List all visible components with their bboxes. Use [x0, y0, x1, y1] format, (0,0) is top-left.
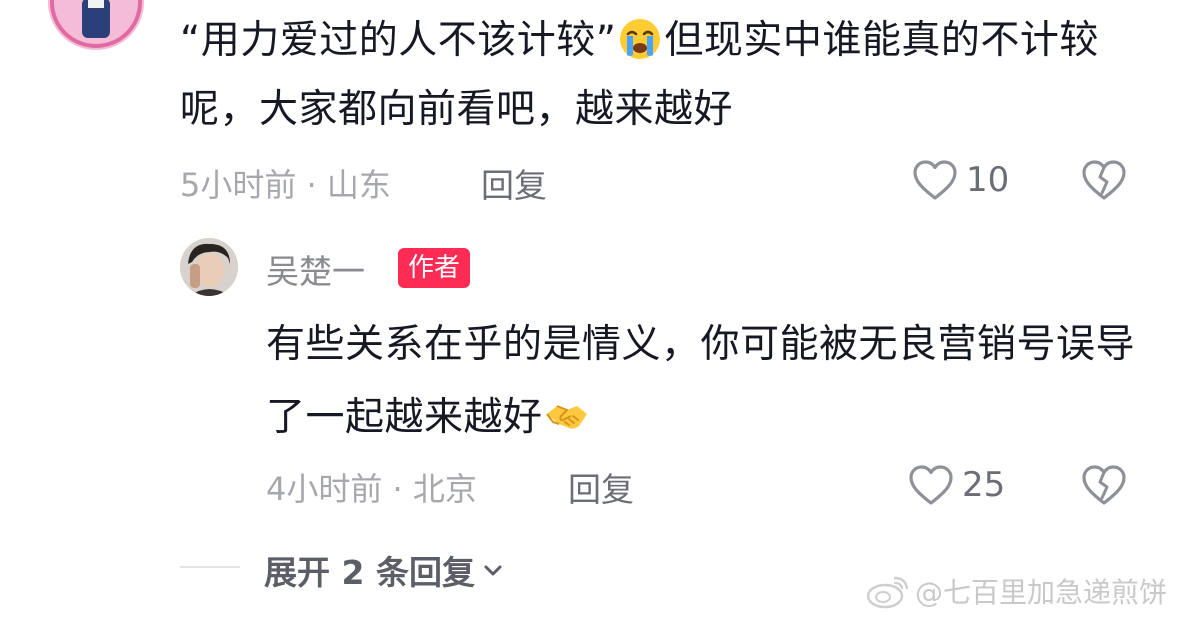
broken-heart-icon — [1082, 465, 1126, 505]
author-username[interactable]: 吴楚一 — [266, 245, 365, 293]
parent-like-button[interactable]: 10 — [912, 159, 1009, 201]
parent-comment-text-part1: “用力爱过的人不该计较” — [180, 18, 617, 63]
parent-comment-text: “用力爱过的人不该计较” 但现实中谁能真的不计较呢，大家都向前看吧，越来越好 — [180, 6, 1140, 144]
handshake-icon — [545, 394, 589, 438]
parent-commenter-avatar[interactable] — [48, 0, 144, 50]
reply-comment-text: 有些关系在乎的是情义，你可能被无良营销号误导了一起越来越好 — [266, 308, 1146, 454]
author-badge: 作者 — [398, 248, 471, 288]
parent-dislike-button[interactable] — [1081, 159, 1127, 201]
reply-comment-time-location: 4小时前 · 北京 — [266, 470, 477, 508]
watermark-text: @七百里加急递煎饼 — [914, 576, 1167, 609]
reply-like-button[interactable]: 25 — [908, 464, 1005, 506]
chevron-down-icon — [484, 565, 502, 576]
weibo-logo-icon — [866, 576, 909, 609]
parent-reply-button[interactable]: 回复 — [481, 159, 547, 207]
broken-heart-icon — [1082, 160, 1126, 200]
expand-divider-line — [180, 566, 240, 568]
author-avatar[interactable] — [180, 238, 238, 296]
weibo-watermark: @七百里加急递煎饼 — [865, 571, 1167, 611]
parent-like-count: 10 — [966, 160, 1010, 200]
reply-like-count: 25 — [962, 465, 1006, 505]
reply-reply-button[interactable]: 回复 — [568, 463, 634, 511]
expand-replies-button[interactable]: 展开 2 条回复 — [264, 546, 505, 594]
reply-dislike-button[interactable] — [1081, 464, 1127, 506]
loudly-crying-face-icon — [618, 17, 662, 61]
reply-comment-text-body: 有些关系在乎的是情义，你可能被无良营销号误导了一起越来越好 — [266, 322, 1136, 440]
heart-icon — [909, 465, 953, 505]
parent-comment-time-location: 5小时前 · 山东 — [180, 166, 391, 204]
heart-icon — [913, 160, 957, 200]
expand-replies-label: 展开 2 条回复 — [264, 553, 475, 592]
